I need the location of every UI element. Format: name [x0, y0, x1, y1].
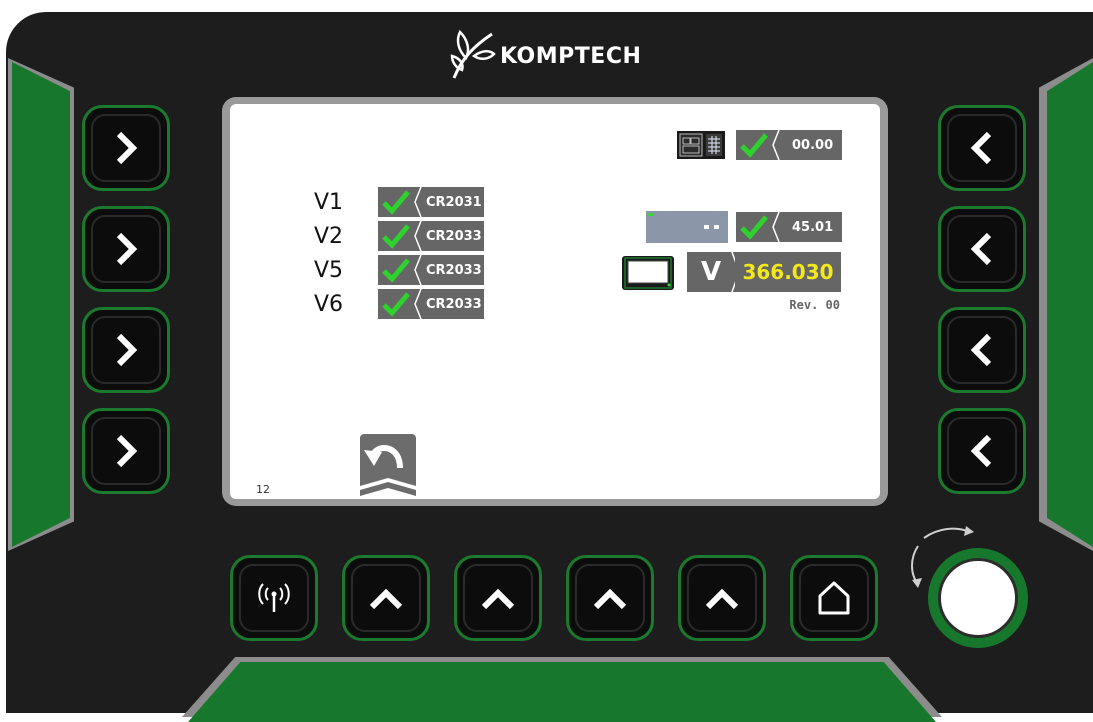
valve-code: CR2033 [426, 228, 482, 244]
valve-code: CR2033 [426, 296, 482, 312]
version-letter: V [700, 257, 722, 287]
chevron-up-icon [369, 588, 403, 610]
right-softkey-1[interactable] [938, 105, 1026, 191]
chevron-up-icon [705, 588, 739, 610]
checkmark-icon [382, 258, 410, 283]
page-number: 12 [256, 483, 270, 496]
controller-status: 00.00 [736, 130, 842, 160]
valve-label: V6 [314, 291, 344, 317]
divider-chevron [414, 289, 422, 319]
bottom-softkey-4[interactable] [678, 555, 766, 641]
divider-chevron [414, 255, 422, 285]
brand-name: KOMPTECH [500, 43, 642, 69]
valve-status-badge: CR2033 [378, 255, 484, 285]
valve-status-badge: CR2033 [378, 221, 484, 251]
home-button[interactable] [790, 555, 878, 641]
bottom-softkey-2[interactable] [454, 555, 542, 641]
chevron-left-icon [970, 434, 992, 468]
valve-status-badge: CR2031 [378, 187, 484, 217]
checkmark-icon [382, 224, 410, 249]
antenna-icon [258, 583, 290, 612]
chevron-right-icon [116, 434, 138, 468]
right-wing [1047, 62, 1093, 547]
controller-device-icon [677, 131, 725, 159]
left-wing [12, 62, 70, 547]
valve-row: V1 CR2031 [314, 187, 484, 217]
chevron-right-icon [116, 232, 138, 266]
chevron-right-icon [116, 131, 138, 165]
chevron-left-icon [970, 131, 992, 165]
bottom-softkey-3[interactable] [566, 555, 654, 641]
antenna-button[interactable] [230, 555, 318, 641]
divider-chevron [772, 212, 780, 242]
module-device-icon [646, 211, 728, 243]
chevron-up-icon [481, 588, 515, 610]
module-status-value: 45.01 [792, 219, 834, 235]
left-softkey-4[interactable] [82, 408, 170, 494]
bottom-softkey-1[interactable] [342, 555, 430, 641]
valve-row: V6 CR2033 [314, 289, 484, 319]
bottom-wing [188, 662, 936, 722]
valve-row: V5 CR2033 [314, 255, 484, 285]
divider-chevron [414, 187, 422, 217]
right-softkey-4[interactable] [938, 408, 1026, 494]
chevron-right-icon [116, 333, 138, 367]
chevron-up-icon [593, 588, 627, 610]
checkmark-icon [740, 133, 768, 158]
home-icon [818, 581, 850, 615]
checkmark-icon [740, 215, 768, 240]
chevron-left-icon [970, 232, 992, 266]
version-badge: V [687, 252, 735, 292]
rotary-knob[interactable] [938, 558, 1018, 638]
display-device-icon [622, 256, 674, 290]
left-softkey-2[interactable] [82, 206, 170, 292]
right-softkey-2[interactable] [938, 206, 1026, 292]
control-panel: KOMPTECH V1 CR2031 V2 CR2033 V5 CR2033 V… [0, 0, 1093, 722]
left-softkey-1[interactable] [82, 105, 170, 191]
divider-chevron [772, 130, 780, 160]
controller-status-value: 00.00 [792, 137, 834, 153]
valve-code: CR2033 [426, 262, 482, 278]
valve-status-badge: CR2033 [378, 289, 484, 319]
valve-code: CR2031 [426, 194, 482, 210]
valve-label: V5 [314, 257, 344, 283]
right-softkey-3[interactable] [938, 307, 1026, 393]
leaf-logo-icon [450, 29, 496, 79]
valve-row: V2 CR2033 [314, 221, 484, 251]
checkmark-icon [382, 292, 410, 317]
version-value: 366.030 [735, 252, 841, 292]
valve-label: V2 [314, 223, 344, 249]
valve-label: V1 [314, 189, 344, 215]
divider-chevron [414, 221, 422, 251]
checkmark-icon [382, 190, 410, 215]
chevron-left-icon [970, 333, 992, 367]
back-button[interactable] [360, 434, 416, 496]
module-status: 45.01 [736, 212, 842, 242]
left-softkey-3[interactable] [82, 307, 170, 393]
brand-logo: KOMPTECH [448, 26, 641, 86]
revision-label: Rev. 00 [789, 298, 840, 312]
